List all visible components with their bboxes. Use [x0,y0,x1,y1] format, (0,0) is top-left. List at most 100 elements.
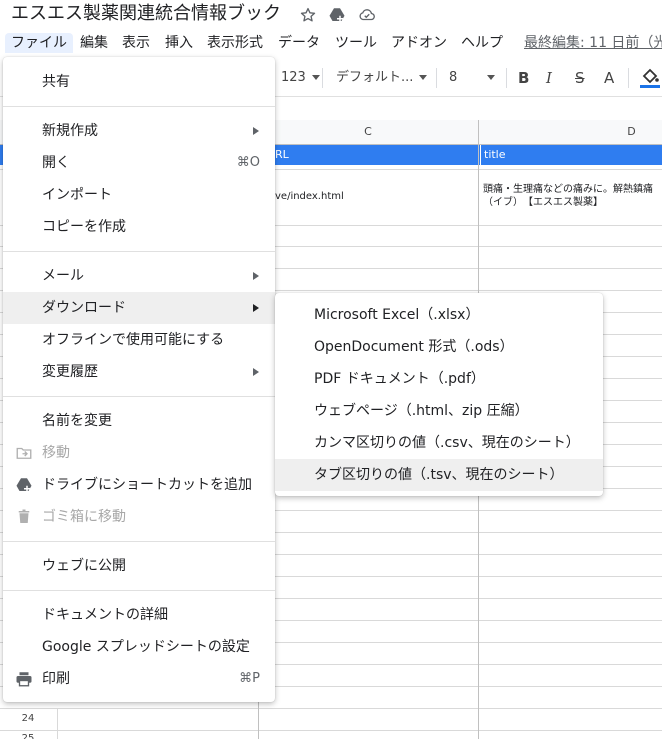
menu-item-download[interactable]: ダウンロード [3,292,275,324]
cell-url[interactable]: ve/index.html [272,170,478,225]
title-bar: エスエス製薬関連統合情報ブック [0,0,662,32]
document-title[interactable]: エスエス製薬関連統合情報ブック [11,2,281,26]
move-to-drive-icon[interactable] [328,6,346,24]
menu-item-offline[interactable]: オフラインで使用可能にする [3,324,275,356]
menu-item-label: ゴミ箱に移動 [42,509,126,525]
menu-divider [3,396,275,397]
submenu-arrow-icon [253,368,259,376]
menu-item-add-shortcut[interactable]: ドライブにショートカットを追加 [3,469,275,501]
text-color-button[interactable]: A [604,69,614,87]
submenu-item-label: OpenDocument 形式（.ods） [314,339,514,355]
cloud-saved-icon[interactable] [358,6,376,24]
toolbar-divider [506,68,507,88]
submenu-arrow-icon [253,304,259,312]
submenu-item-label: Microsoft Excel（.xlsx） [314,307,480,323]
chevron-down-icon [311,75,320,80]
menu-item-rename[interactable]: 名前を変更 [3,405,275,437]
bold-button[interactable]: B [518,69,529,87]
download-ods[interactable]: OpenDocument 形式（.ods） [275,331,603,363]
row-number-24[interactable]: 24 [0,713,56,724]
menu-item-label: ダウンロード [42,300,126,316]
row-number-25[interactable]: 25 [0,733,56,739]
strikethrough-button[interactable]: S [575,69,585,87]
chevron-down-icon [487,75,496,80]
menu-edit[interactable]: 編集 [80,33,108,53]
menu-item-email[interactable]: メール [3,260,275,292]
font-family-label: デフォルト... [336,70,414,85]
menu-item-label: 移動 [42,445,70,461]
menu-item-trash: ゴミ箱に移動 [3,501,275,533]
menu-item-label: コピーを作成 [42,219,126,235]
fill-color-icon[interactable] [640,67,660,95]
column-header-c[interactable]: C [258,120,479,144]
download-csv[interactable]: カンマ区切りの値（.csv、現在のシート） [275,427,603,459]
number-format-label: 123 [281,70,306,85]
submenu-item-label: PDF ドキュメント（.pdf） [314,371,485,387]
menu-tools[interactable]: ツール [335,33,377,53]
menu-item-import[interactable]: インポート [3,179,275,211]
menu-item-label: ドキュメントの詳細 [42,607,168,623]
menu-item-label: インポート [42,187,112,203]
download-submenu: Microsoft Excel（.xlsx） OpenDocument 形式（.… [275,293,603,496]
menu-item-version-history[interactable]: 変更履歴 [3,356,275,388]
cell-title[interactable]: 頭痛・生理痛などの痛みに。解熱鎮痛 （イブ） 【エスエス製薬】 [480,170,662,225]
download-html[interactable]: ウェブページ（.html、zip 圧縮） [275,395,603,427]
shortcut-label: ⌘O [236,155,260,170]
column-divider [57,709,58,739]
menu-item-print[interactable]: 印刷 ⌘P [3,663,275,695]
submenu-arrow-icon [253,127,259,135]
number-format-button[interactable]: 123 [281,69,320,87]
menu-item-make-copy[interactable]: コピーを作成 [3,211,275,243]
font-family-select[interactable]: デフォルト... [336,69,428,87]
menu-divider [3,541,275,542]
download-xlsx[interactable]: Microsoft Excel（.xlsx） [275,299,603,331]
download-tsv[interactable]: タブ区切りの値（.tsv、現在のシート） [275,459,603,491]
font-size-label: 8 [449,70,458,85]
menu-file[interactable]: ファイル [5,33,73,53]
menu-item-label: 変更履歴 [42,364,98,380]
menu-divider [3,251,275,252]
header-cell-url[interactable]: RL [272,145,475,165]
menu-addons[interactable]: アドオン [391,33,447,53]
last-edit-link[interactable]: 最終編集: 11 日前（光 [524,33,662,53]
submenu-item-label: タブ区切りの値（.tsv、現在のシート） [314,467,564,483]
table-row: 24 [0,709,662,731]
menu-view[interactable]: 表示 [122,33,150,53]
menu-item-new[interactable]: 新規作成 [3,115,275,147]
font-size-select[interactable]: 8 [449,69,496,87]
menu-item-move: 移動 [3,437,275,469]
menu-item-label: 名前を変更 [42,413,112,429]
toolbar-divider [436,68,437,88]
menu-item-label: Google スプレッドシートの設定 [42,639,250,655]
file-menu: 共有 新規作成 開く ⌘O インポート コピーを作成 メール ダウンロード オフ… [3,57,275,702]
menu-help[interactable]: ヘルプ [461,33,503,53]
submenu-item-label: ウェブページ（.html、zip 圧縮） [314,403,529,419]
menu-item-label: 新規作成 [42,123,98,139]
menu-item-details[interactable]: ドキュメントの詳細 [3,599,275,631]
toolbar-divider [628,68,629,88]
download-pdf[interactable]: PDF ドキュメント（.pdf） [275,363,603,395]
menu-item-label: ドライブにショートカットを追加 [42,477,252,493]
shortcut-label: ⌘P [239,671,260,686]
menu-data[interactable]: データ [278,33,320,53]
menu-item-label: メール [42,268,84,284]
menu-insert[interactable]: 挿入 [165,33,193,53]
menu-format[interactable]: 表示形式 [207,33,263,53]
header-cell-title[interactable]: title [480,145,662,165]
menu-item-label: 開く [42,155,70,171]
chevron-down-icon [419,75,428,80]
star-icon[interactable] [299,6,317,24]
toolbar-divider [322,68,323,88]
drive-shortcut-icon [15,476,33,494]
printer-icon [15,670,33,688]
menu-item-share[interactable]: 共有 [3,66,275,98]
italic-button[interactable]: I [546,69,552,87]
column-header-d[interactable]: D [479,120,662,144]
menu-item-settings[interactable]: Google スプレッドシートの設定 [3,631,275,663]
menu-item-publish[interactable]: ウェブに公開 [3,550,275,582]
submenu-item-label: カンマ区切りの値（.csv、現在のシート） [314,435,580,451]
menu-divider [3,106,275,107]
trash-icon [15,508,33,526]
menu-item-open[interactable]: 開く ⌘O [3,147,275,179]
menu-item-label: 共有 [42,74,70,90]
